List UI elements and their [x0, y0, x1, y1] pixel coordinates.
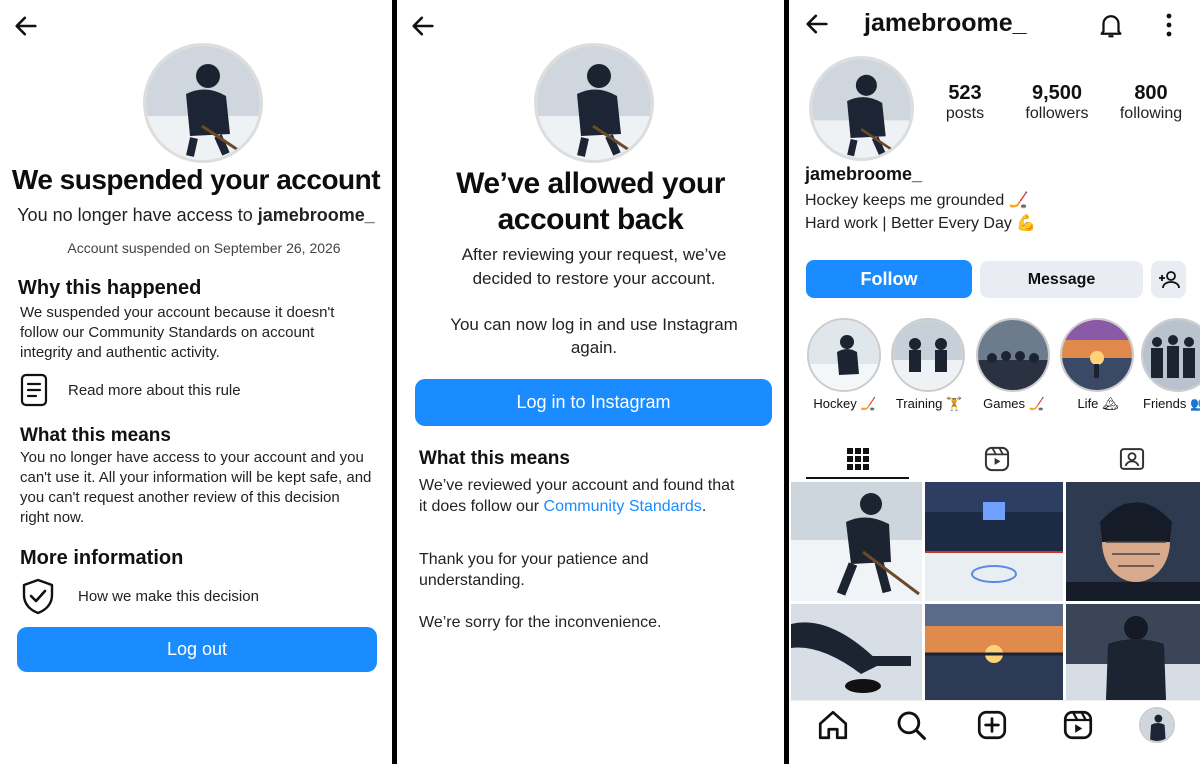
highlight-label: Training 🏋 [895, 396, 963, 411]
grid-icon [846, 448, 869, 470]
page-title: We’ve allowed your account back [397, 166, 784, 238]
highlight-life[interactable]: Life 🏔 [1060, 318, 1136, 412]
stat-followers-value: 9,500 [1031, 82, 1083, 104]
access-subtitle: You no longer have access to jamebroome_ [0, 205, 392, 226]
thanks-text: Thank you for your patience and understa… [419, 551, 649, 589]
post-thumbnail[interactable] [791, 604, 922, 700]
message-button[interactable]: Message [980, 261, 1143, 298]
reels-icon [984, 446, 1010, 472]
highlight-label: Life 🏔 [1077, 396, 1119, 411]
means-body-end: . [701, 498, 707, 515]
logout-button[interactable]: Log out [17, 627, 377, 672]
profile-nav-avatar[interactable] [1139, 707, 1175, 743]
stat-followers-label: followers [1025, 105, 1089, 122]
post-thumbnail[interactable] [1066, 604, 1200, 700]
community-standards-link[interactable]: Community Standards [544, 498, 702, 515]
create-icon[interactable] [975, 708, 1011, 744]
stat-following-label: following [1119, 105, 1183, 122]
highlight-thumb [1060, 318, 1134, 392]
access-subtitle-text: You no longer have access to [17, 205, 253, 225]
stat-posts[interactable]: 523 posts [929, 82, 1001, 123]
why-body: We suspended your account because it doe… [20, 304, 335, 361]
tab-tagged[interactable] [1082, 440, 1182, 478]
decision-link-label: How we make this decision [78, 587, 259, 605]
username-text: jamebroome_ [257, 205, 375, 225]
why-title: Why this happened [18, 277, 202, 299]
highlight-thumb [807, 318, 881, 392]
avatar [534, 43, 654, 163]
review-text: After reviewing your request, we’ve deci… [461, 245, 727, 288]
tagged-icon [1119, 448, 1145, 470]
means-body: You no longer have access to your accoun… [20, 449, 372, 526]
home-icon[interactable] [816, 708, 852, 744]
highlight-games[interactable]: Games 🏒 [976, 318, 1052, 412]
highlight-label: Games 🏒 [983, 396, 1045, 411]
highlight-training[interactable]: Training 🏋 [891, 318, 967, 412]
add-user-icon [1158, 270, 1180, 288]
avatar [143, 43, 263, 163]
highlight-thumb [891, 318, 965, 392]
active-tab-indicator [806, 477, 909, 479]
post-thumbnail[interactable] [1066, 482, 1200, 601]
title-line-1: We’ve allowed your [456, 167, 725, 200]
tab-reels[interactable] [947, 440, 1047, 478]
restored-screen: We’ve allowed your account back After re… [397, 0, 784, 764]
title-line-2: account back [497, 203, 684, 236]
highlight-thumb [1141, 318, 1200, 392]
sorry-text: We’re sorry for the inconvenience. [419, 614, 662, 631]
post-thumbnail[interactable] [925, 604, 1063, 700]
post-thumbnail[interactable] [925, 482, 1063, 601]
rule-link[interactable]: Read more about this rule [20, 372, 360, 408]
means-title: What this means [20, 425, 171, 446]
more-info-title: More information [20, 547, 184, 569]
login-button[interactable]: Log in to Instagram [415, 379, 772, 426]
means-body: We’ve reviewed your account and found th… [419, 475, 739, 517]
profile-avatar[interactable] [809, 56, 914, 161]
tab-posts[interactable] [806, 440, 909, 478]
document-icon [20, 373, 48, 407]
bio-line-1: Hockey keeps me grounded 🏒 [805, 192, 1029, 209]
highlight-thumb [976, 318, 1050, 392]
bio-line-2: Hard work | Better Every Day 💪 [805, 215, 1037, 232]
more-options-icon[interactable] [1159, 10, 1179, 40]
rule-link-label: Read more about this rule [68, 381, 241, 399]
login-text: You can now log in and use Instagram aga… [450, 315, 738, 357]
back-arrow-icon[interactable] [8, 8, 44, 44]
search-icon[interactable] [894, 708, 930, 744]
reels-nav-icon[interactable] [1061, 708, 1097, 744]
shield-check-icon [22, 578, 54, 615]
highlight-friends[interactable]: Friends 👥 [1141, 318, 1200, 412]
stat-posts-label: posts [945, 105, 985, 122]
highlight-hockey[interactable]: Hockey 🏒 [807, 318, 883, 412]
back-arrow-icon[interactable] [799, 6, 835, 42]
add-user-button[interactable] [1151, 261, 1186, 298]
suspended-date: Account suspended on September 26, 2026 [67, 240, 341, 256]
bio: Hockey keeps me grounded 🏒 Hard work | B… [805, 189, 1036, 235]
bell-icon[interactable] [1096, 10, 1128, 42]
means-title: What this means [419, 448, 570, 469]
highlight-label: Friends 👥 [1143, 396, 1200, 411]
decision-link[interactable]: How we make this decision [20, 576, 360, 616]
post-thumbnail[interactable] [791, 482, 922, 601]
stat-following-value: 800 [1134, 82, 1168, 104]
suspended-screen: We suspended your account You no longer … [0, 0, 392, 764]
highlight-label: Hockey 🏒 [813, 396, 877, 411]
profile-screen: jamebroome_ 523 posts 9,500 followers 80… [789, 0, 1200, 764]
header-username: jamebroome_ [864, 9, 1027, 37]
profile-name: jamebroome_ [805, 164, 923, 184]
back-arrow-icon[interactable] [405, 8, 441, 44]
page-title: We suspended your account [11, 164, 381, 195]
stat-following[interactable]: 800 following [1109, 82, 1193, 123]
stat-followers[interactable]: 9,500 followers [1013, 82, 1101, 123]
follow-button[interactable]: Follow [806, 260, 972, 298]
stat-posts-value: 523 [948, 82, 982, 104]
